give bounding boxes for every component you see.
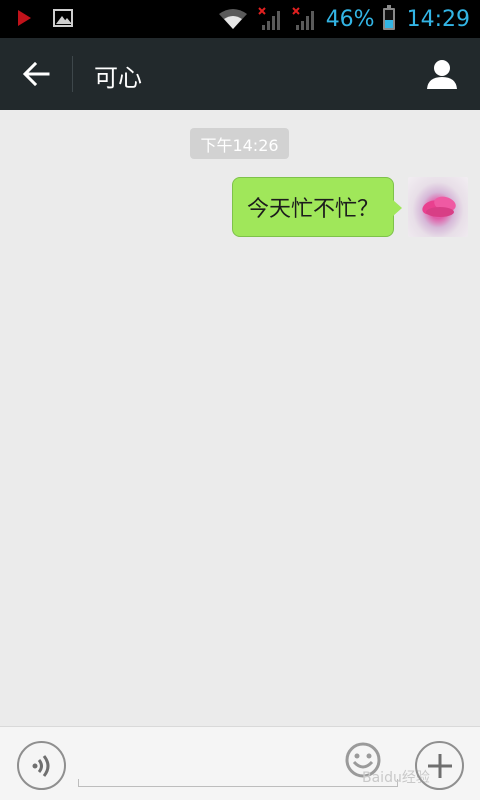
voice-button[interactable]	[17, 741, 66, 790]
header-divider	[72, 56, 73, 92]
avatar-petal	[426, 207, 454, 217]
input-bar: Baidu经验	[0, 726, 480, 800]
battery-icon	[382, 5, 395, 30]
person-icon	[427, 60, 457, 89]
message-row: 今天忙不忙？	[231, 177, 468, 237]
profile-button[interactable]	[418, 50, 466, 98]
message-bubble[interactable]: 今天忙不忙？	[231, 177, 403, 237]
status-right-icons: 46% 14:29	[218, 0, 470, 38]
message-timestamp: 下午14:26	[190, 128, 289, 159]
battery-percent: 46%	[325, 6, 375, 32]
chat-header: 可心	[0, 38, 480, 110]
battery-fill	[384, 19, 393, 28]
voice-icon	[32, 754, 49, 777]
wifi-icon	[218, 9, 247, 29]
plus-button[interactable]	[415, 741, 464, 790]
signal-icon	[257, 7, 280, 30]
plus-icon	[427, 753, 452, 778]
avatar[interactable]	[408, 177, 468, 237]
input-underline-left-tick	[78, 779, 79, 787]
status-left-icons	[18, 9, 73, 27]
image-icon	[53, 9, 73, 27]
play-icon	[18, 10, 31, 26]
chat-area[interactable]: 下午14:26 今天忙不忙？	[0, 110, 480, 726]
status-bar: 46% 14:29	[0, 0, 480, 38]
arrow-left-icon	[22, 62, 50, 86]
status-clock: 14:29	[406, 6, 470, 32]
signal-icon-secondary	[291, 7, 314, 30]
back-button[interactable]	[12, 50, 60, 98]
chat-title: 可心	[94, 64, 142, 92]
